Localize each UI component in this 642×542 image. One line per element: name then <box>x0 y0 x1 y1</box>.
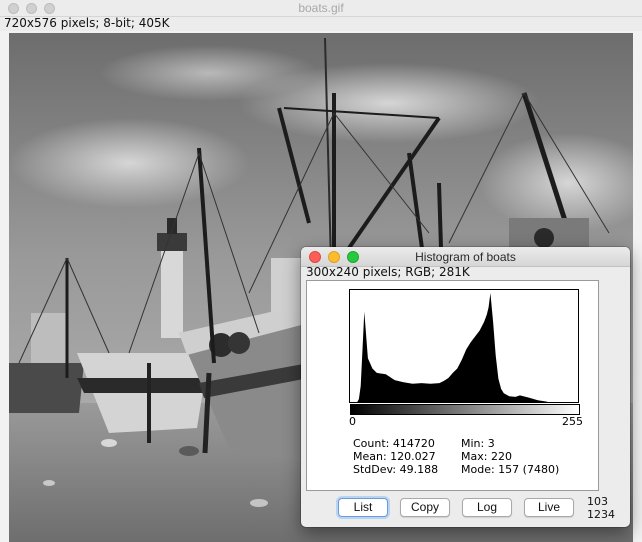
axis-min-label: 0 <box>349 415 356 428</box>
image-window-titlebar[interactable]: boats.gif <box>0 0 642 17</box>
histogram-panel: 0 255 Count: 414720 Mean: 120.027 StdDev… <box>306 280 599 491</box>
live-button[interactable]: Live <box>524 498 574 517</box>
histogram-window-title: Histogram of boats <box>415 250 516 264</box>
stat-mean: Mean: 120.027 <box>353 450 436 463</box>
stat-stddev: StdDev: 49.188 <box>353 463 439 476</box>
stat-min: Min: 3 <box>461 437 495 450</box>
histogram-plot[interactable] <box>349 289 579 403</box>
cursor-value-readout: 103 <box>587 495 608 508</box>
grayscale-ramp <box>350 404 580 415</box>
histogram-window: Histogram of boats 300x240 pixels; RGB; … <box>301 247 630 527</box>
axis-max-label: 255 <box>562 415 583 428</box>
stat-count: Count: 414720 <box>353 437 435 450</box>
histogram-area <box>350 293 578 402</box>
histogram-image-info: 300x240 pixels; RGB; 281K <box>306 265 470 279</box>
copy-button[interactable]: Copy <box>400 498 450 517</box>
histogram-window-titlebar[interactable]: Histogram of boats <box>301 247 630 267</box>
histogram-chart <box>350 293 578 402</box>
cursor-count-readout: 1234 <box>587 508 615 521</box>
log-button[interactable]: Log <box>462 498 512 517</box>
image-info-text: 720x576 pixels; 8-bit; 405K <box>4 16 170 30</box>
stat-mode: Mode: 157 (7480) <box>461 463 560 476</box>
image-window-title: boats.gif <box>298 1 344 15</box>
list-button[interactable]: List <box>338 498 388 517</box>
stat-max: Max: 220 <box>461 450 512 463</box>
